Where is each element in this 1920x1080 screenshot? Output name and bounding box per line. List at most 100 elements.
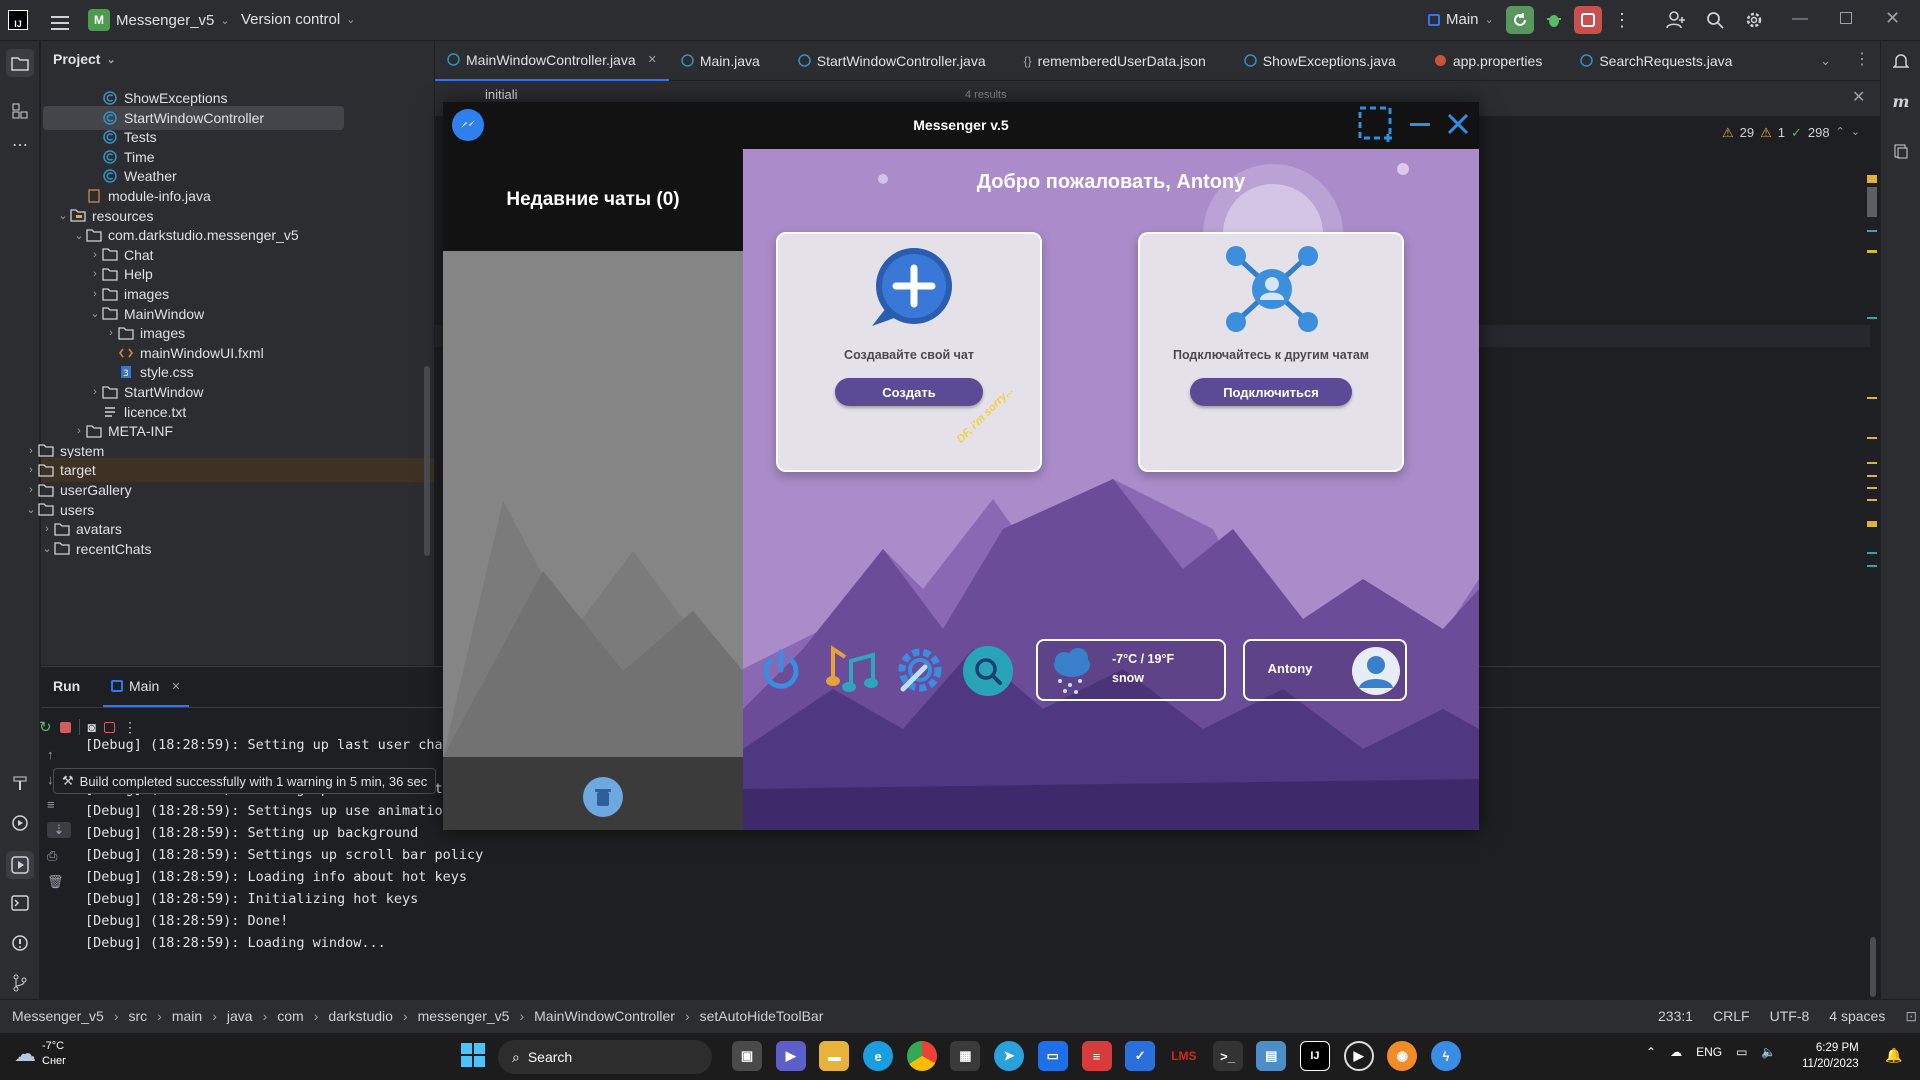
chevron-down-icon[interactable]: ⌄ (56, 209, 70, 222)
telegram-icon[interactable]: ➤ (994, 1041, 1025, 1071)
docs-icon[interactable]: ≡ (1081, 1041, 1112, 1071)
search-button[interactable] (963, 646, 1013, 696)
add-user-icon[interactable] (1662, 6, 1690, 34)
chevron-right-icon[interactable]: › (88, 268, 102, 280)
breadcrumb-item[interactable]: messenger_v5 (418, 1008, 510, 1024)
chevron-down-icon[interactable]: ⌄ (24, 503, 38, 516)
remote-desktop-icon[interactable]: ▤ (1256, 1041, 1287, 1071)
settings-gear-icon[interactable] (1740, 6, 1768, 34)
breadcrumb-item[interactable]: java (227, 1008, 253, 1024)
more-actions-icon[interactable]: ⋮ (1608, 6, 1636, 34)
chevron-down-icon[interactable]: ⌄ (72, 229, 86, 242)
store-icon[interactable]: ▦ (950, 1041, 981, 1071)
console-scrollbar[interactable] (1870, 937, 1876, 997)
exit-icon[interactable] (104, 721, 116, 733)
build-hammer-icon[interactable] (8, 771, 32, 795)
tray-chevron-icon[interactable]: ⌃ (1646, 1045, 1656, 1059)
tab-main-java[interactable]: Main.java (669, 41, 772, 81)
notifications-bell-icon[interactable] (1889, 49, 1913, 73)
close-tab-icon[interactable]: ✕ (171, 680, 180, 693)
breadcrumb-item[interactable]: Messenger_v5 (12, 1008, 104, 1024)
debug-icon[interactable] (1540, 6, 1568, 34)
camera-icon[interactable]: ◙ (88, 719, 96, 735)
chrome-icon[interactable] (906, 1041, 937, 1071)
breadcrumb-item[interactable]: setAutoHideToolBar (700, 1008, 824, 1024)
lock-icon[interactable]: ⊡ (1905, 1008, 1917, 1025)
search-icon[interactable] (1701, 6, 1729, 34)
line-separator[interactable]: CRLF (1713, 1008, 1750, 1025)
intellij-logo-icon[interactable]: IJ (8, 10, 28, 30)
rerun-button[interactable] (1506, 6, 1534, 34)
volume-icon[interactable]: 🔈 (1761, 1045, 1776, 1059)
ai-assistant-icon[interactable]: m (1889, 89, 1913, 113)
network-icon[interactable]: ▭ (1736, 1045, 1747, 1059)
chevron-right-icon[interactable]: › (24, 484, 38, 496)
weather-panel[interactable]: -7°C / 19°F snow (1036, 639, 1226, 701)
minimize-window-icon[interactable]: — (1792, 10, 1808, 28)
vcs-selector[interactable]: Version control ⌄ (241, 11, 355, 28)
taskbar-search[interactable]: ⌕ Search (498, 1040, 712, 1074)
tab-mainwindowcontroller-java[interactable]: MainWindowController.java ✕ (435, 41, 669, 81)
chevron-right-icon[interactable]: › (24, 464, 38, 476)
run-config-selector[interactable]: Main ⌄ (1428, 11, 1494, 28)
rerun-icon[interactable]: ↻ (39, 718, 52, 736)
weather-widget[interactable]: ☁ -7°C Снег (14, 1039, 66, 1069)
user-panel[interactable]: Antony (1243, 639, 1407, 701)
breadcrumb-item[interactable]: com (277, 1008, 303, 1024)
clock[interactable]: 6:29 PM 11/20/2023 (1802, 1040, 1859, 1072)
messenger-close-icon[interactable] (1446, 112, 1470, 136)
project-folder-icon[interactable] (6, 49, 34, 77)
breadcrumb-item[interactable]: src (129, 1008, 148, 1024)
notification-bell-icon[interactable]: 🔔 (1885, 1047, 1902, 1064)
tab-startwindowcontroller-java[interactable]: StartWindowController.java (786, 41, 998, 81)
screenshot-icon[interactable] (1358, 106, 1396, 144)
file-encoding[interactable]: UTF-8 (1770, 1008, 1810, 1025)
more-tools-icon[interactable]: ⋯ (8, 133, 32, 157)
database-icon[interactable] (1889, 139, 1913, 163)
close-window-icon[interactable]: ✕ (1885, 8, 1900, 29)
firefox-icon[interactable]: ◉ (1387, 1041, 1418, 1071)
media-player-icon[interactable]: ▶ (1343, 1041, 1374, 1071)
tree-scrollbar[interactable] (424, 366, 430, 556)
main-menu-icon[interactable] (46, 9, 74, 37)
chevron-right-icon[interactable]: › (88, 249, 102, 261)
chevron-down-icon[interactable]: ⌄ (88, 307, 102, 320)
breadcrumb-item[interactable]: main (172, 1008, 202, 1024)
music-button[interactable] (825, 645, 879, 697)
structure-icon[interactable] (8, 99, 32, 123)
tree-item[interactable]: ⌄ recentChats (41, 537, 434, 561)
onedrive-icon[interactable]: ☁ (1670, 1045, 1682, 1059)
chevron-right-icon[interactable]: › (88, 386, 102, 398)
terminal-app-icon[interactable]: >_ (1212, 1041, 1243, 1071)
chevron-right-icon[interactable]: › (24, 445, 38, 457)
tabs-dropdown-icon[interactable]: ⌄ (1820, 53, 1831, 69)
project-panel-header[interactable]: Project ⌄ (53, 51, 116, 67)
intellij-task-icon[interactable]: IJ (1299, 1041, 1330, 1071)
terminal-icon[interactable] (8, 891, 32, 915)
maximize-window-icon[interactable] (1840, 12, 1852, 24)
stop-button[interactable] (1574, 6, 1602, 34)
project-selector[interactable]: M Messenger_v5 ⌄ (88, 9, 230, 31)
recent-chats-list[interactable] (443, 251, 743, 757)
tabs-more-icon[interactable]: ⋮ (1854, 49, 1870, 69)
cursor-position[interactable]: 233:1 (1658, 1008, 1693, 1025)
tab-showexceptions-java[interactable]: ShowExceptions.java (1232, 41, 1408, 81)
problems-icon[interactable] (8, 931, 32, 955)
language-indicator[interactable]: ENG (1696, 1045, 1722, 1059)
messenger-task-icon[interactable]: ϟ (1431, 1041, 1461, 1071)
close-find-icon[interactable]: ✕ (1852, 87, 1865, 107)
messages-icon[interactable]: ▭ (1037, 1041, 1068, 1071)
run-tab-main[interactable]: Main ✕ (103, 667, 189, 707)
services-icon[interactable] (8, 811, 32, 835)
todo-icon[interactable]: ✓ (1125, 1041, 1156, 1071)
tab-remembereduserdata-json[interactable]: {} rememberedUserData.json (1012, 41, 1218, 81)
chevron-right-icon[interactable]: › (72, 425, 86, 437)
messenger-minimize-icon[interactable] (1410, 123, 1430, 126)
file-explorer-icon[interactable]: ▬ (819, 1041, 850, 1071)
connect-chat-button[interactable]: Подключиться (1190, 378, 1352, 406)
chevron-down-icon[interactable]: ⌄ (40, 542, 54, 555)
tab-app-properties[interactable]: app.properties (1422, 41, 1555, 81)
breadcrumb-item[interactable]: darkstudio (328, 1008, 393, 1024)
lms-icon[interactable]: LMS (1168, 1041, 1199, 1071)
breadcrumb-item[interactable]: MainWindowController (534, 1008, 675, 1024)
